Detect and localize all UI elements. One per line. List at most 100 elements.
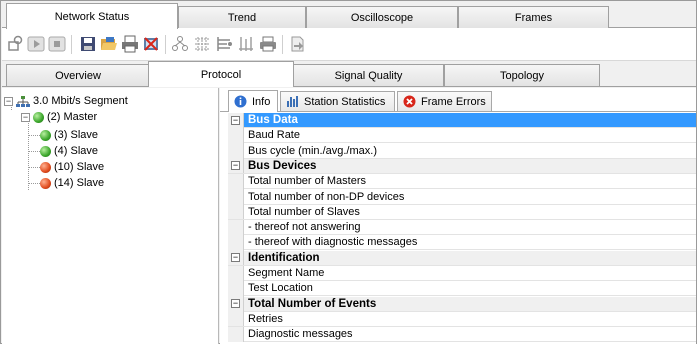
- tab-overview[interactable]: Overview: [6, 64, 150, 86]
- property-label: Total number of Masters: [248, 175, 366, 188]
- error-icon: [403, 95, 416, 108]
- row-gutter: [228, 127, 244, 143]
- property-row[interactable]: Baud Rate: [228, 127, 696, 144]
- status-ok-icon: [33, 111, 44, 123]
- row-gutter: [228, 234, 244, 250]
- connect-icon[interactable]: [6, 35, 24, 53]
- toolbar: [2, 28, 696, 61]
- tab-topology[interactable]: Topology: [444, 64, 600, 86]
- row-gutter: [228, 204, 244, 220]
- collapse-icon[interactable]: −: [231, 299, 240, 309]
- property-label: Retries: [248, 312, 283, 325]
- tab-oscilloscope[interactable]: Oscilloscope: [306, 6, 458, 28]
- property-row[interactable]: - thereof not answering: [228, 219, 696, 236]
- device-tree: − 3.0 Mbit/s Segment − (2) Master (3) Sl…: [2, 88, 219, 344]
- row-gutter: −: [228, 250, 244, 266]
- tab-frame-errors[interactable]: Frame Errors: [397, 91, 492, 111]
- tree-label: (2) Master: [47, 111, 98, 123]
- tree-node-segment[interactable]: − 3.0 Mbit/s Segment: [4, 93, 128, 109]
- property-row[interactable]: - thereof with diagnostic messages: [228, 234, 696, 251]
- property-row[interactable]: Segment Name: [228, 265, 696, 281]
- tab-protocol[interactable]: Protocol: [148, 61, 294, 87]
- property-row[interactable]: Total number of non-DP devices: [228, 189, 696, 205]
- tree-label: (14) Slave: [54, 177, 105, 189]
- property-row[interactable]: Test Location: [228, 280, 696, 297]
- status-ok-icon: [40, 145, 51, 157]
- delete-icon[interactable]: [142, 35, 160, 53]
- tree-node-slave[interactable]: (10) Slave: [40, 159, 104, 175]
- property-label: - thereof not answering: [248, 221, 361, 234]
- property-category-row[interactable]: − Identification: [228, 250, 696, 266]
- category-label: Total Number of Events: [248, 297, 377, 310]
- status-error-icon: [40, 177, 51, 189]
- tab-info[interactable]: Info: [228, 90, 278, 112]
- row-gutter: −: [228, 113, 244, 128]
- bar-chart-icon: [286, 95, 299, 108]
- collapse-icon[interactable]: −: [231, 115, 240, 125]
- collapse-icon[interactable]: −: [4, 96, 13, 106]
- row-gutter: [228, 173, 244, 189]
- row-gutter: −: [228, 158, 244, 174]
- row-gutter: [228, 311, 244, 327]
- tree-label: (3) Slave: [54, 129, 99, 141]
- open-folder-icon[interactable]: [100, 35, 118, 53]
- property-row[interactable]: Retries: [228, 311, 696, 327]
- property-label: Diagnostic messages: [248, 328, 353, 341]
- property-row[interactable]: Total number of Slaves: [228, 204, 696, 220]
- view-tab-bar: Overview Protocol Signal Quality Topolog…: [2, 61, 696, 87]
- tab-label: Frame Errors: [421, 95, 486, 108]
- tree-label: (4) Slave: [54, 145, 99, 157]
- tab-label: Station Statistics: [304, 95, 386, 108]
- print-preview-icon[interactable]: [121, 35, 139, 53]
- status-ok-icon: [40, 129, 51, 141]
- category-label: Bus Devices: [248, 159, 317, 172]
- tab-frames[interactable]: Frames: [458, 6, 609, 28]
- property-category-row[interactable]: − Bus Devices: [228, 158, 696, 174]
- property-label: Segment Name: [248, 267, 325, 279]
- tree-node-master[interactable]: − (2) Master: [21, 109, 97, 125]
- row-gutter: [228, 219, 244, 235]
- printer-icon[interactable]: [259, 35, 277, 53]
- category-label: Identification: [248, 251, 320, 264]
- tree-node-slave[interactable]: (3) Slave: [40, 127, 98, 143]
- collapse-icon[interactable]: −: [231, 253, 240, 263]
- property-label: Total number of non-DP devices: [248, 190, 405, 203]
- tab-signal-quality[interactable]: Signal Quality: [293, 64, 444, 86]
- stop-icon[interactable]: [48, 35, 66, 53]
- property-row[interactable]: Bus cycle (min./avg./max.): [228, 143, 696, 159]
- play-icon[interactable]: [27, 35, 45, 53]
- network-segment-icon: [16, 95, 30, 107]
- property-row[interactable]: Diagnostic messages: [228, 326, 696, 343]
- row-gutter: [228, 280, 244, 296]
- tree-node-slave[interactable]: (14) Slave: [40, 175, 104, 191]
- tree-node-slave[interactable]: (4) Slave: [40, 143, 98, 159]
- info-icon: [234, 95, 247, 108]
- save-icon[interactable]: [79, 35, 97, 53]
- property-label: Test Location: [248, 282, 313, 295]
- bus-icon[interactable]: [237, 35, 255, 53]
- property-label: - thereof with diagnostic messages: [248, 236, 418, 249]
- topology-icon[interactable]: [193, 35, 211, 53]
- main-tab-bar: Network Status Trend Oscilloscope Frames: [2, 2, 696, 29]
- collapse-icon[interactable]: −: [21, 112, 30, 122]
- export-icon[interactable]: [288, 35, 306, 53]
- row-gutter: −: [228, 296, 244, 312]
- tab-station-statistics[interactable]: Station Statistics: [280, 91, 395, 111]
- row-gutter: [228, 265, 244, 281]
- tab-network-status[interactable]: Network Status: [6, 3, 178, 29]
- property-category-row[interactable]: − Total Number of Events: [228, 296, 696, 312]
- property-label: Bus cycle (min./avg./max.): [248, 144, 377, 157]
- tree-label: (10) Slave: [54, 161, 105, 173]
- tab-trend[interactable]: Trend: [178, 6, 306, 28]
- status-error-icon: [40, 161, 51, 173]
- collapse-icon[interactable]: −: [231, 161, 240, 171]
- tree-label: 3.0 Mbit/s Segment: [33, 95, 128, 107]
- property-category-row[interactable]: − Bus Data: [228, 113, 696, 128]
- signal-icon[interactable]: [215, 35, 233, 53]
- network-scan-icon[interactable]: [171, 35, 189, 53]
- row-gutter: [228, 143, 244, 159]
- detail-tab-bar: Info Station Statistics Frame Errors: [220, 88, 696, 112]
- property-row[interactable]: Total number of Masters: [228, 173, 696, 190]
- row-gutter: [228, 189, 244, 204]
- category-label: Bus Data: [248, 114, 298, 126]
